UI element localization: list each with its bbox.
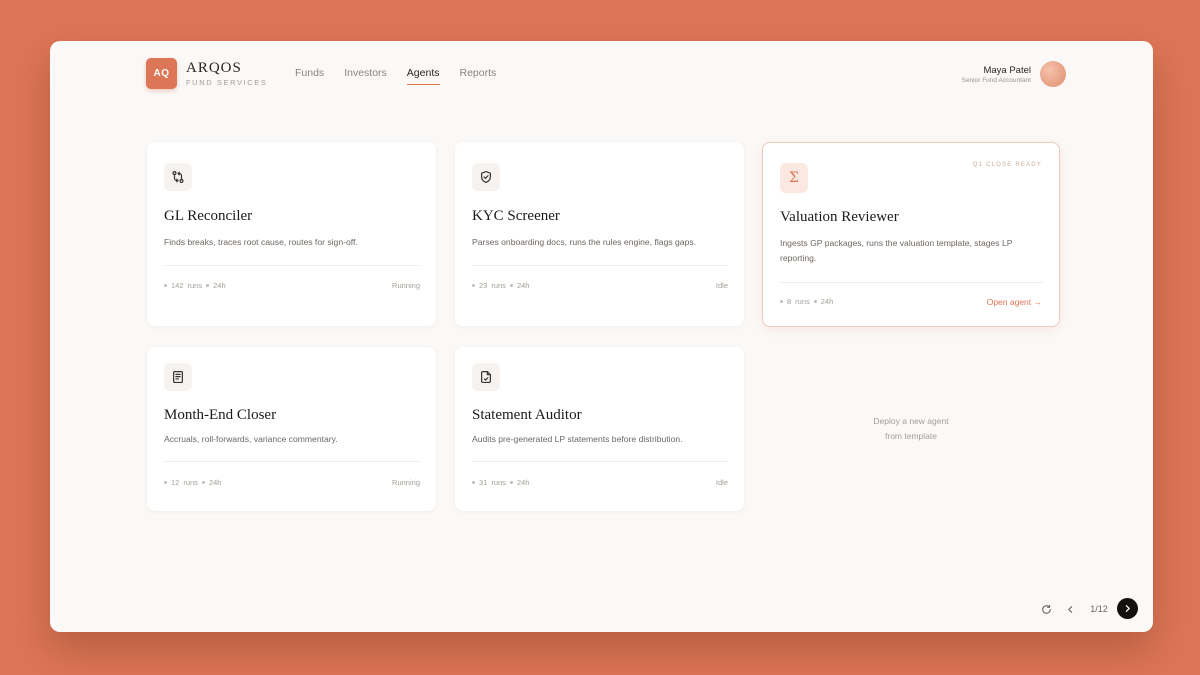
status-dot <box>164 481 167 484</box>
status-badge: Idle <box>715 281 728 290</box>
brand-name: ARQOS <box>186 60 242 76</box>
card-divider <box>472 265 728 266</box>
agent-description: Audits pre-generated LP statements befor… <box>472 434 683 444</box>
agent-run-stats: 31 runs 24h <box>472 478 529 487</box>
document-check-icon <box>472 363 500 391</box>
status-dot <box>780 300 783 303</box>
run-count: 23 <box>479 281 488 290</box>
run-count: 8 <box>787 297 792 306</box>
agent-run-stats: 12 runs 24h <box>164 478 221 487</box>
status-dot <box>164 284 167 287</box>
run-window: 24h <box>208 478 222 487</box>
chevron-left-icon[interactable] <box>1063 599 1077 619</box>
agent-title: GL Reconciler <box>164 208 253 224</box>
run-window: 24h <box>213 281 226 290</box>
brand-subtitle: FUND SERVICES <box>186 78 268 87</box>
deploy-line-1: Deploy a new agent <box>873 416 949 426</box>
agent-run-stats: 142 runs 24h <box>164 281 226 290</box>
page-indicator: 1/12 <box>1090 604 1108 614</box>
nav-item-reports[interactable]: Reports <box>460 67 497 85</box>
separator-dot <box>206 284 210 287</box>
app-window: AQ ARQOS FUND SERVICES Funds Investors A… <box>50 41 1153 632</box>
main-nav: Funds Investors Agents Reports <box>295 67 516 85</box>
card-divider <box>472 461 728 462</box>
run-window: 24h <box>516 478 530 487</box>
card-divider <box>164 461 420 462</box>
agent-card-kyc-screener[interactable]: KYC Screener Parses onboarding docs, run… <box>455 142 744 326</box>
deploy-agent-tile[interactable]: Deploy a new agent from template <box>762 347 1060 511</box>
agent-card-month-end-closer[interactable]: Month-End Closer Accruals, roll-forwards… <box>147 347 436 511</box>
run-label: runs <box>183 478 198 487</box>
ready-badge: Q1 CLOSE READY <box>972 162 1042 168</box>
run-count: 142 <box>171 281 184 290</box>
agent-description: Finds breaks, traces root cause, routes … <box>164 237 358 247</box>
separator-dot <box>201 481 205 484</box>
agent-title: Statement Auditor <box>472 407 582 423</box>
run-label: runs <box>491 478 506 487</box>
card-divider <box>164 265 420 266</box>
shield-check-icon <box>472 163 500 191</box>
agent-title: Valuation Reviewer <box>780 209 899 225</box>
open-agent-link[interactable]: Open agent → <box>987 297 1042 307</box>
separator-dot <box>813 300 817 303</box>
separator-dot <box>509 481 513 484</box>
status-badge: Running <box>392 478 420 487</box>
user-role: Senior Fund Accountant <box>961 77 1031 84</box>
sigma-icon: Σ <box>780 163 808 193</box>
user-name: Maya Patel <box>983 65 1031 76</box>
agent-description: Accruals, roll-forwards, variance commen… <box>164 434 338 444</box>
status-badge: Idle <box>715 478 728 487</box>
agent-run-stats: 8 runs 24h <box>780 297 833 306</box>
brand-logo[interactable]: AQ <box>146 58 177 89</box>
status-dot <box>472 284 475 287</box>
notebook-icon <box>164 363 192 391</box>
nav-item-agents[interactable]: Agents <box>406 67 440 85</box>
next-page-button[interactable] <box>1117 598 1138 619</box>
nav-item-investors[interactable]: Investors <box>344 67 387 85</box>
run-label: runs <box>795 297 810 306</box>
agent-run-stats: 23 runs 24h <box>472 281 529 290</box>
agent-card-statement-auditor[interactable]: Statement Auditor Audits pre-generated L… <box>455 347 744 511</box>
status-dot <box>472 481 475 484</box>
run-label: runs <box>187 281 203 290</box>
agent-description: Ingests GP packages, runs the valuation … <box>780 238 1013 263</box>
agent-card-valuation-reviewer[interactable]: Q1 CLOSE READY Σ Valuation Reviewer Inge… <box>762 142 1060 327</box>
agent-title: Month-End Closer <box>164 407 277 423</box>
git-compare-icon <box>164 163 192 191</box>
run-count: 12 <box>171 478 180 487</box>
agent-title: KYC Screener <box>472 208 560 224</box>
card-divider <box>780 282 1043 283</box>
deploy-line-2: from template <box>885 431 937 441</box>
refresh-icon[interactable] <box>1039 599 1053 619</box>
status-badge: Running <box>392 281 420 290</box>
chevron-right-icon <box>1125 605 1130 612</box>
avatar[interactable] <box>1040 61 1066 87</box>
nav-item-funds[interactable]: Funds <box>295 67 324 85</box>
run-label: runs <box>491 281 506 290</box>
run-window: 24h <box>516 281 530 290</box>
agent-card-gl-reconciler[interactable]: GL Reconciler Finds breaks, traces root … <box>147 142 436 326</box>
separator-dot <box>509 284 513 287</box>
agent-description: Parses onboarding docs, runs the rules e… <box>472 237 697 247</box>
run-window: 24h <box>820 297 834 306</box>
run-count: 31 <box>479 478 488 487</box>
